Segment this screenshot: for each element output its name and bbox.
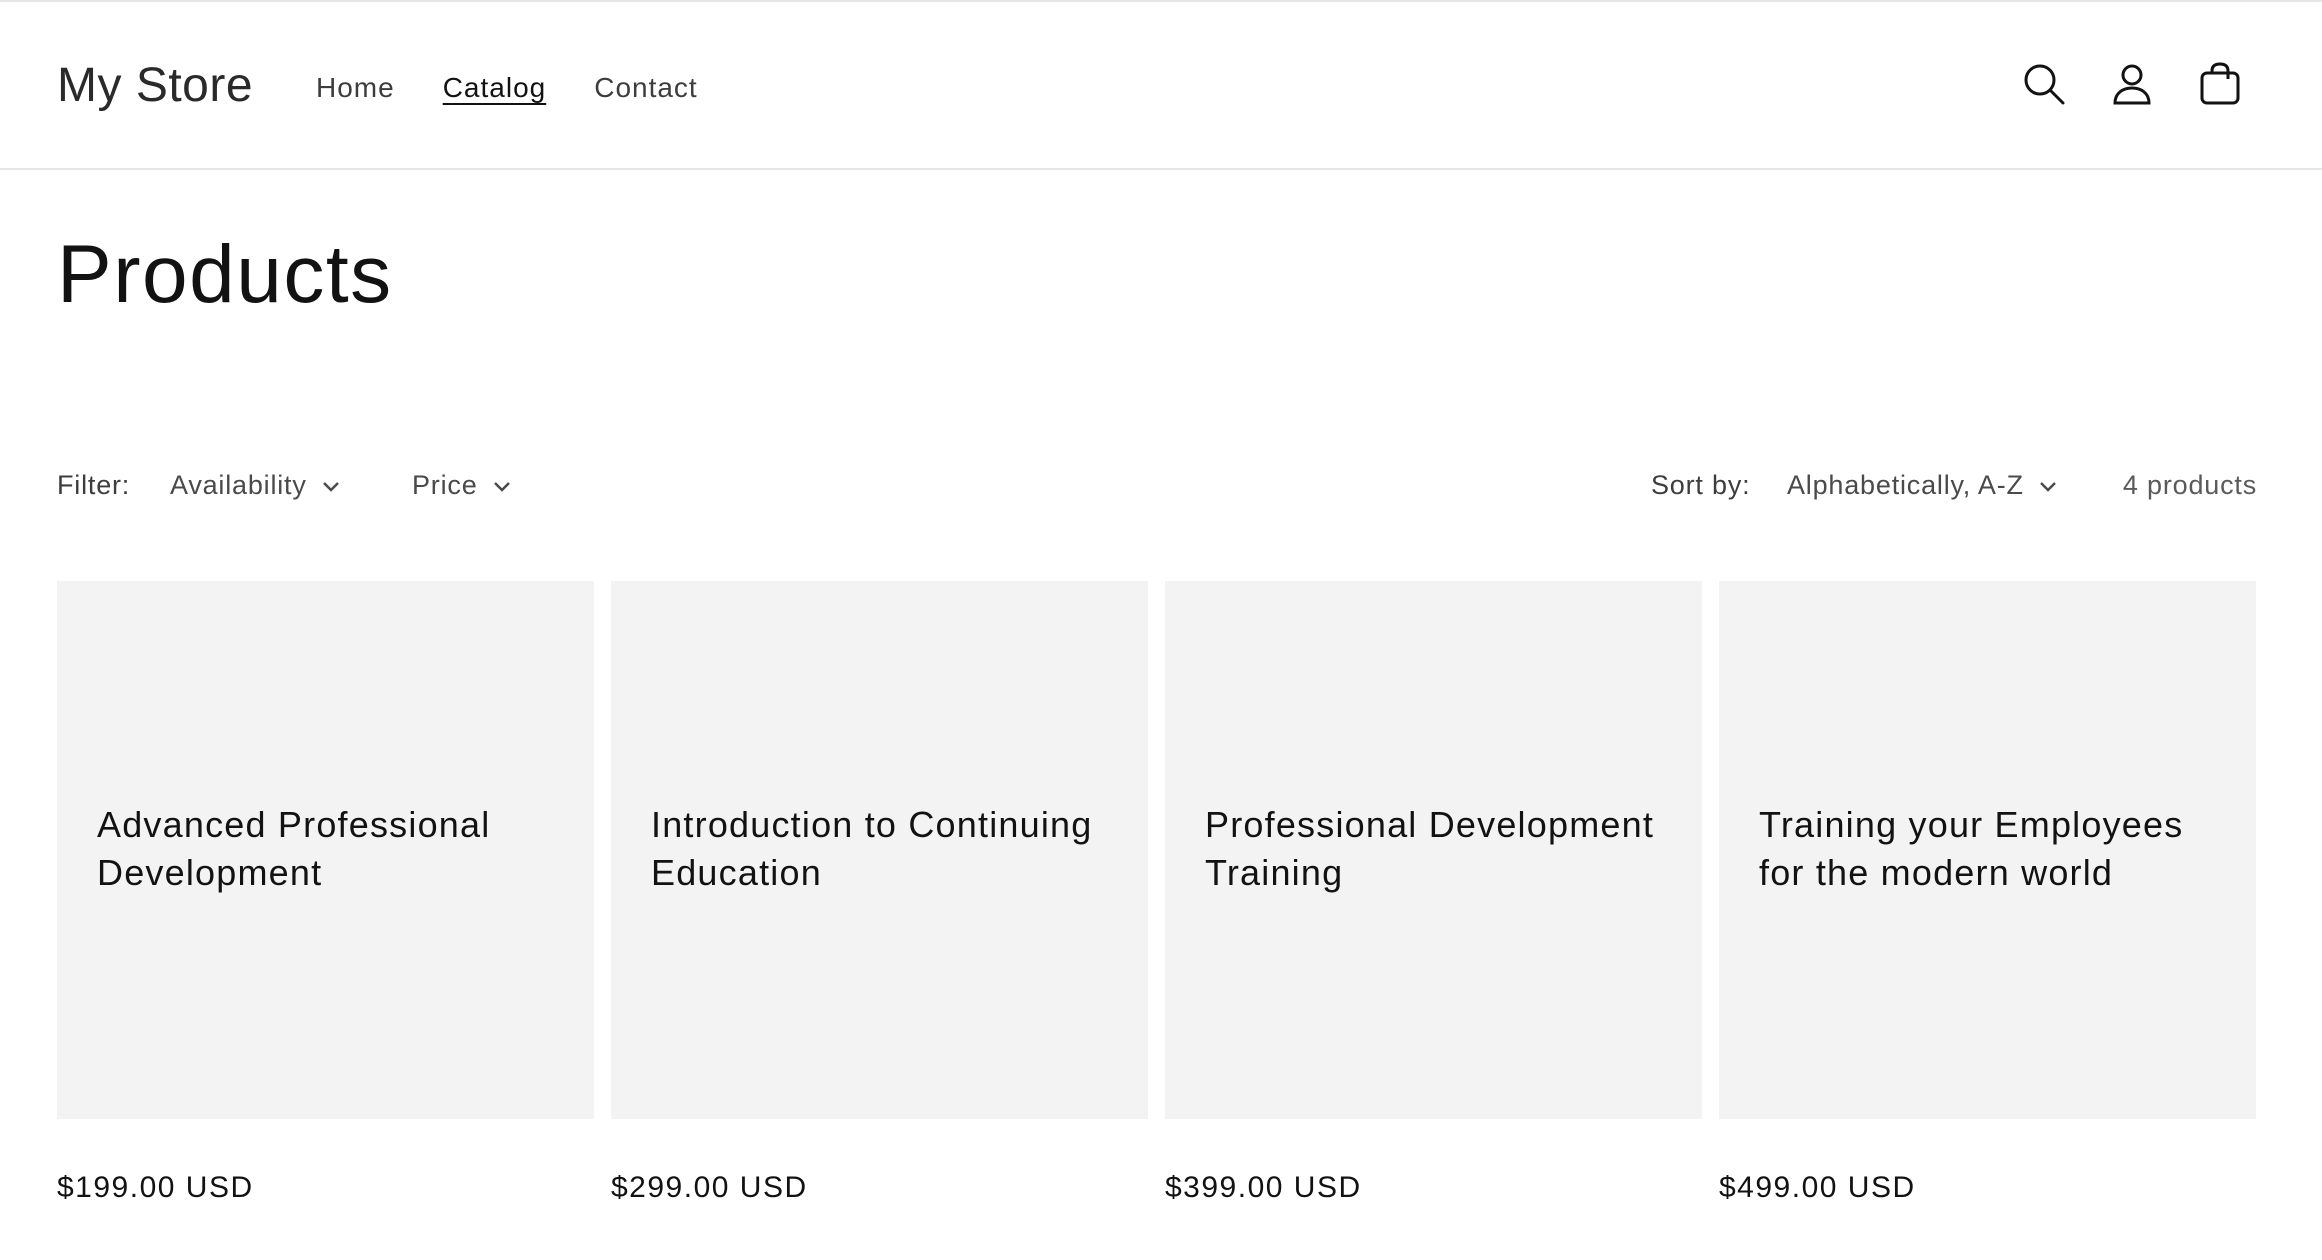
nav-contact[interactable]: Contact (594, 70, 698, 106)
account-icon[interactable] (2108, 60, 2156, 108)
header-icons (2020, 60, 2244, 108)
sort-label: Sort by: (1651, 470, 1751, 500)
product-count: 4 products (2122, 470, 2257, 500)
product-title[interactable]: Training your Employees for the modern w… (1759, 801, 2226, 897)
product-image-placeholder[interactable]: Introduction to Continuing Education (611, 581, 1148, 1119)
product-price: $399.00 USD (1165, 1171, 1362, 1204)
product-image-placeholder[interactable]: Professional Development Training (1165, 581, 1702, 1119)
filter-label: Filter: (57, 470, 131, 500)
price-filter-label: Price (412, 470, 478, 500)
product-card[interactable]: Professional Development Training $399.0… (1165, 581, 1702, 1205)
nav-catalog[interactable]: Catalog (443, 70, 547, 106)
product-grid: Advanced Professional Development $199.0… (57, 581, 2257, 1205)
product-price: $299.00 USD (611, 1171, 808, 1204)
availability-label: Availability (170, 470, 307, 500)
price-filter[interactable]: Price (412, 470, 512, 501)
product-image-placeholder[interactable]: Training your Employees for the modern w… (1719, 581, 2256, 1119)
product-title[interactable]: Introduction to Continuing Education (651, 801, 1118, 897)
product-title[interactable]: Advanced Professional Development (97, 801, 564, 897)
main-nav: Home Catalog Contact (316, 70, 746, 106)
sort-value: Alphabetically, A-Z (1787, 470, 2024, 500)
filter-bar: Filter: Availability Price Sort by: Alph… (57, 470, 2257, 510)
product-image-placeholder[interactable]: Advanced Professional Development (57, 581, 594, 1119)
page: My Store Home Catalog Contact Products F… (0, 0, 2322, 1260)
product-card[interactable]: Introduction to Continuing Education $29… (611, 581, 1148, 1205)
cart-icon[interactable] (2196, 60, 2244, 108)
chevron-down-icon (2039, 481, 2056, 492)
site-header: My Store Home Catalog Contact (0, 0, 2322, 170)
sort-select[interactable]: Alphabetically, A-Z (1787, 470, 2058, 501)
search-icon[interactable] (2020, 60, 2068, 108)
chevron-down-icon (493, 481, 510, 492)
product-card[interactable]: Advanced Professional Development $199.0… (57, 581, 594, 1205)
product-title[interactable]: Professional Development Training (1205, 801, 1672, 897)
availability-filter[interactable]: Availability (170, 470, 341, 501)
page-title: Products (57, 229, 393, 320)
product-price: $499.00 USD (1719, 1171, 1916, 1204)
nav-home[interactable]: Home (316, 70, 395, 106)
product-card[interactable]: Training your Employees for the modern w… (1719, 581, 2256, 1205)
store-logo[interactable]: My Store (57, 58, 253, 113)
product-price: $199.00 USD (57, 1171, 254, 1204)
chevron-down-icon (322, 481, 339, 492)
